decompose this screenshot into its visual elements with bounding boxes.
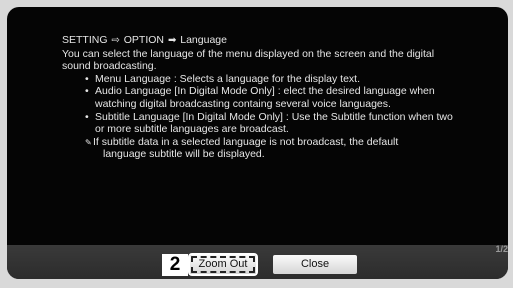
list-item-menu-language: Menu Language : Selects a language for t… [85, 73, 487, 86]
breadcrumb-option: OPTION [123, 34, 165, 46]
list-item-line: Menu Language : Selects a language for t… [95, 72, 361, 85]
bottom-button-bar: 2 Zoom Out Close [7, 245, 508, 279]
close-button[interactable]: Close [273, 255, 357, 274]
list-item-line: watching digital broadcasting containg s… [95, 97, 391, 110]
step-number-badge: 2 [162, 254, 188, 276]
note-icon: ✎ [85, 137, 92, 147]
note: ✎ If subtitle data in a selected languag… [62, 136, 487, 161]
hollow-arrow-right-icon: ⇨ [111, 35, 120, 46]
list-item-line: Audio Language [In Digital Mode Only] : … [95, 85, 435, 98]
e-manual-panel: SETTING ⇨ OPTION ➡ Language You can sele… [7, 7, 508, 279]
intro-text: You can select the language of the menu … [62, 48, 487, 73]
page-indicator: 1/2 [495, 244, 508, 254]
breadcrumb-language: Language [180, 34, 227, 46]
solid-arrow-right-icon: ➡ [167, 35, 177, 46]
breadcrumb-setting: SETTING [62, 34, 108, 46]
zoom-out-button[interactable]: Zoom Out [190, 255, 256, 274]
intro-line: sound broadcasting. [62, 60, 157, 73]
note-line: If subtitle data in a selected language … [93, 135, 399, 148]
manual-content: SETTING ⇨ OPTION ➡ Language You can sele… [62, 34, 487, 161]
feature-list: Menu Language : Selects a language for t… [62, 73, 487, 136]
intro-line: You can select the language of the menu … [62, 47, 435, 60]
list-item-line: Subtitle Language [In Digital Mode Only]… [95, 110, 453, 123]
tv-screen-frame: SETTING ⇨ OPTION ➡ Language You can sele… [0, 0, 513, 288]
list-item-line: or more subtitle languages are broadcast… [95, 123, 289, 136]
note-line: language subtitle will be displayed. [103, 148, 265, 161]
list-item-subtitle-language: Subtitle Language [In Digital Mode Only]… [85, 111, 487, 136]
breadcrumb: SETTING ⇨ OPTION ➡ Language [62, 34, 487, 48]
list-item-audio-language: Audio Language [In Digital Mode Only] : … [85, 85, 487, 110]
